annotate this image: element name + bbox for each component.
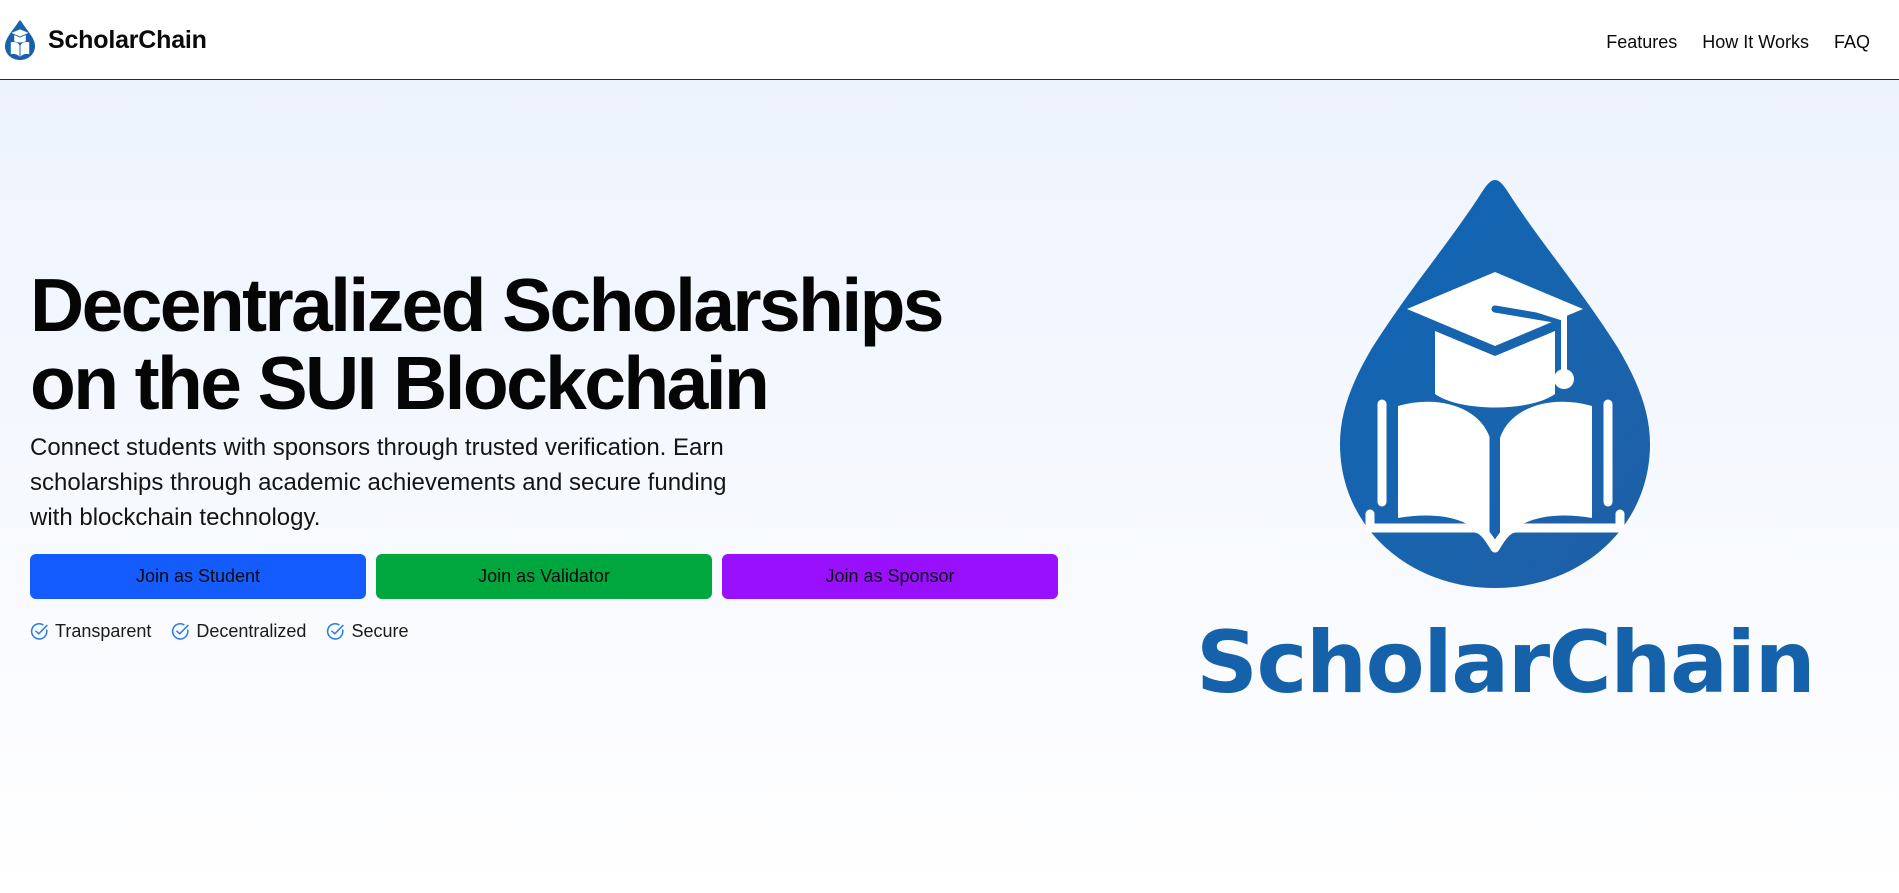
feature-label: Decentralized (196, 621, 307, 641)
nav-link-faq[interactable]: FAQ (1834, 28, 1870, 56)
check-circle-icon (172, 623, 190, 640)
brand-name: ScholarChain (48, 25, 207, 54)
site-header: ScholarChain Features How It Works FAQ (0, 0, 1899, 80)
feature-item-transparent: Transparent (30, 621, 151, 642)
scholarchain-hero-logo-icon (1340, 180, 1650, 588)
hero-section: Decentralized Scholarships on the SUI Bl… (0, 80, 1899, 893)
scholarchain-drop-logo-icon (4, 20, 36, 60)
hero-title: Decentralized Scholarships on the SUI Bl… (30, 263, 945, 425)
hero-description: Connect students with sponsors through t… (30, 434, 727, 531)
join-as-student-button[interactable]: Join as Student (30, 554, 366, 599)
check-circle-icon (327, 623, 345, 640)
brand-link[interactable]: ScholarChain (4, 20, 207, 60)
join-as-validator-button[interactable]: Join as Validator (376, 554, 712, 599)
nav-link-how-it-works[interactable]: How It Works (1702, 28, 1809, 56)
feature-item-decentralized: Decentralized (171, 621, 306, 642)
hero-logo-wordmark: ScholarChain (1196, 613, 1816, 713)
feature-list: Transparent Decentralized Secure (30, 621, 409, 642)
feature-label: Transparent (55, 621, 152, 641)
feature-item-secure: Secure (326, 621, 409, 642)
cta-button-group: Join as Student Join as Validator Join a… (30, 554, 1058, 599)
top-nav: Features How It Works FAQ (1606, 28, 1870, 56)
check-circle-icon (30, 623, 48, 640)
nav-link-features[interactable]: Features (1606, 28, 1677, 56)
join-as-sponsor-button[interactable]: Join as Sponsor (722, 554, 1058, 599)
feature-label: Secure (351, 621, 409, 641)
